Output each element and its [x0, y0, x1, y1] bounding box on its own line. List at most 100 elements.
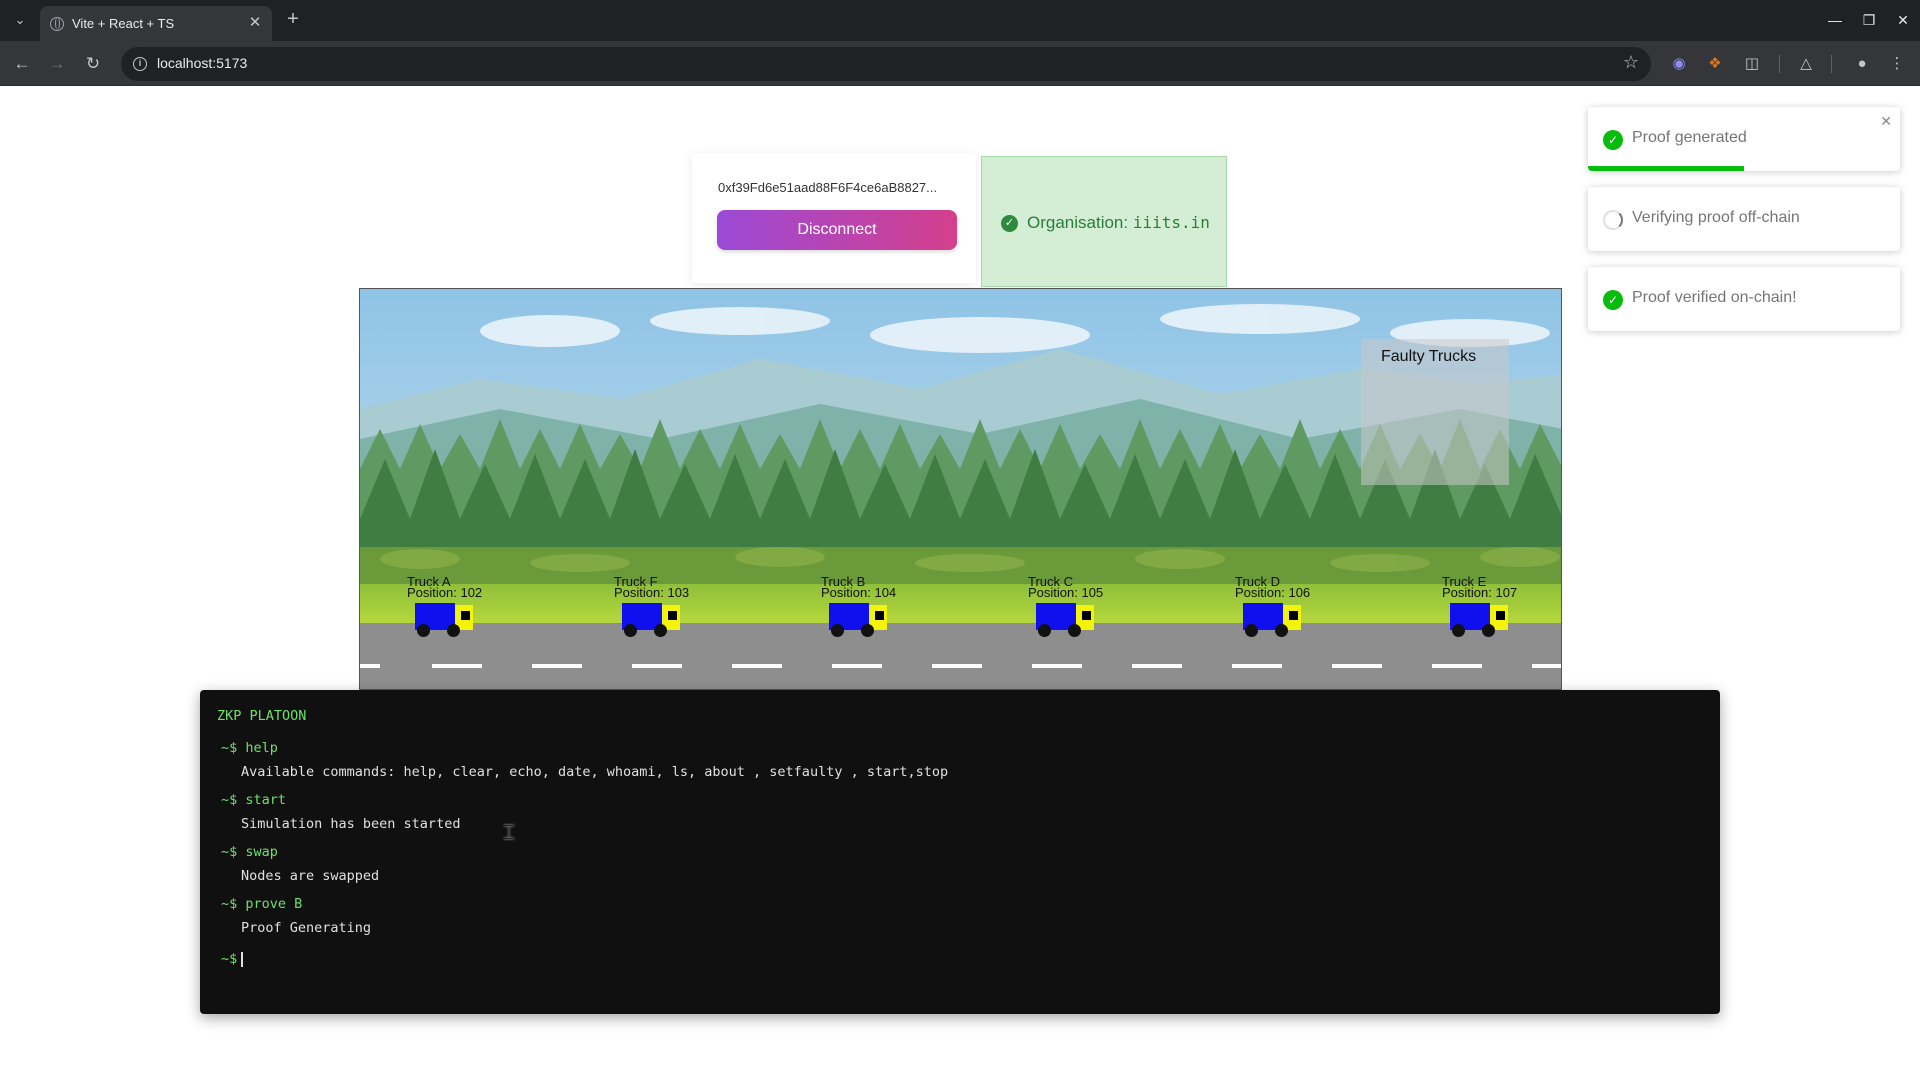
text-cursor: [241, 951, 244, 967]
back-icon[interactable]: ←: [10, 52, 34, 76]
terminal-output: Nodes are swapped: [241, 868, 380, 884]
truck: Truck B Position: 104: [821, 575, 941, 638]
terminal-prompt: ~$: [221, 951, 238, 967]
menu-icon[interactable]: ⋮: [1886, 53, 1908, 75]
truck: Truck F Position: 103: [614, 575, 734, 638]
truck: Truck E Position: 107: [1442, 575, 1561, 638]
truck-position: Position: 102: [407, 585, 483, 600]
terminal-prompt: ~$: [221, 896, 238, 912]
toast-progress-bar: [1588, 166, 1744, 171]
truck-wheel: [1245, 624, 1258, 637]
truck: Truck A Position: 102: [407, 575, 527, 638]
truck-wheel: [1452, 624, 1465, 637]
terminal-title: ZKP PLATOON: [217, 708, 307, 724]
toast-text: Proof generated: [1632, 129, 1747, 146]
terminal-command-line: ~$ swap: [221, 844, 278, 860]
reload-icon[interactable]: ↻: [81, 52, 105, 76]
check-circle-icon: ✓: [1603, 290, 1623, 310]
faulty-trucks-panel: Faulty Trucks: [1361, 339, 1509, 485]
disconnect-button[interactable]: Disconnect: [717, 210, 957, 250]
truck-window: [1082, 611, 1091, 620]
minimize-icon[interactable]: —: [1825, 10, 1845, 30]
address-bar[interactable]: i localhost:5173 ☆: [121, 47, 1651, 81]
truck-wheel: [654, 624, 667, 637]
check-circle-icon: ✓: [1001, 215, 1018, 232]
truck-wheel: [861, 624, 874, 637]
url-text[interactable]: localhost:5173: [157, 55, 247, 71]
truck-position: Position: 105: [1028, 585, 1104, 600]
faulty-trucks-title: Faulty Trucks: [1381, 348, 1477, 365]
terminal-command: help: [245, 740, 278, 756]
terminal-prompt: ~$: [221, 792, 238, 808]
simulation-scene: Faulty Trucks Truck A Position: 102 Truck …: [359, 288, 1562, 690]
toast-verifying-offchain[interactable]: Verifying proof off-chain: [1588, 187, 1900, 251]
truck-wheel: [1482, 624, 1495, 637]
terminal[interactable]: ZKP PLATOON ~$ help Available commands: h…: [200, 690, 1720, 1014]
organisation-value: iiits.in: [1132, 213, 1210, 232]
info-icon[interactable]: i: [133, 57, 147, 71]
page: 0xf39Fd6e51aad88F6F4ce6aB8827... Disconn…: [0, 87, 1920, 1080]
toolbar-divider: [1779, 55, 1780, 73]
terminal-input-line[interactable]: ~$: [221, 951, 244, 967]
terminal-output: Simulation has been started: [241, 816, 461, 832]
mouse-ibeam-cursor: ⌶: [503, 820, 515, 844]
toast-proof-generated[interactable]: ✓ Proof generated ✕: [1588, 107, 1900, 171]
toast-verified-onchain[interactable]: ✓ Proof verified on-chain!: [1588, 267, 1900, 331]
truck: Truck C Position: 105: [1028, 575, 1148, 638]
browser-tab[interactable]: Vite + React + TS ✕: [40, 6, 272, 41]
window-close-icon[interactable]: ✕: [1893, 10, 1913, 30]
truck-wheel: [1038, 624, 1051, 637]
tab-title: Vite + React + TS: [72, 16, 175, 31]
star-icon[interactable]: ☆: [1623, 52, 1639, 73]
restore-icon[interactable]: ❐: [1859, 10, 1879, 30]
truck-wheel: [447, 624, 460, 637]
terminal-command: prove B: [245, 896, 303, 912]
truck: Truck D Position: 106: [1235, 575, 1355, 638]
terminal-output: Proof Generating: [241, 920, 372, 936]
truck-window: [1289, 611, 1298, 620]
truck-position: Position: 107: [1442, 585, 1518, 600]
organisation-card: ✓ Organisation: iiits.in: [981, 156, 1227, 287]
extension-icon[interactable]: ◉: [1668, 53, 1690, 75]
terminal-output: Available commands: help, clear, echo, d…: [241, 764, 949, 780]
organisation-label: Organisation: iiits.in: [1027, 213, 1210, 233]
organisation-label-text: Organisation:: [1027, 213, 1133, 232]
truck-wheel: [1275, 624, 1288, 637]
tab-list-icon[interactable]: ⌄: [8, 8, 32, 32]
labs-icon[interactable]: △: [1795, 53, 1817, 75]
truck-window: [1496, 611, 1505, 620]
terminal-command-line: ~$ start: [221, 792, 286, 808]
truck-position: Position: 106: [1235, 585, 1311, 600]
profile-icon[interactable]: ●: [1851, 53, 1873, 75]
plus-icon[interactable]: +: [281, 8, 305, 32]
check-circle-icon: ✓: [1603, 130, 1623, 150]
tab-bar: ⌄ Vite + React + TS ✕ + — ❐ ✕: [0, 0, 1920, 41]
toolbar-divider: [1831, 55, 1832, 73]
truck-wheel: [417, 624, 430, 637]
terminal-command: swap: [245, 844, 278, 860]
wallet-card: 0xf39Fd6e51aad88F6F4ce6aB8827... Disconn…: [692, 153, 976, 283]
truck-window: [668, 611, 677, 620]
browser-toolbar: ← → ↻ i localhost:5173 ☆ ◉ ❖ ◫ △ ● ⋮: [0, 41, 1920, 86]
puzzle-icon[interactable]: ◫: [1741, 53, 1763, 75]
truck-position: Position: 104: [821, 585, 897, 600]
terminal-prompt: ~$: [221, 844, 238, 860]
terminal-command-line: ~$ prove B: [221, 896, 302, 912]
globe-icon: [50, 17, 64, 31]
terminal-command-line: ~$ help: [221, 740, 278, 756]
forward-icon[interactable]: →: [45, 52, 69, 76]
close-icon[interactable]: ✕: [246, 14, 264, 32]
terminal-command: start: [245, 792, 287, 808]
truck-position: Position: 103: [614, 585, 690, 600]
terminal-prompt: ~$: [221, 740, 238, 756]
truck-window: [875, 611, 884, 620]
truck-wheel: [1068, 624, 1081, 637]
truck-window: [461, 611, 470, 620]
close-icon[interactable]: ✕: [1880, 113, 1892, 130]
extension-icon[interactable]: ❖: [1704, 53, 1726, 75]
spinner-icon: [1603, 210, 1623, 230]
truck-wheel: [831, 624, 844, 637]
toast-text: Proof verified on-chain!: [1632, 289, 1797, 306]
wallet-address: 0xf39Fd6e51aad88F6F4ce6aB8827...: [718, 180, 938, 195]
toast-text: Verifying proof off-chain: [1632, 209, 1800, 226]
